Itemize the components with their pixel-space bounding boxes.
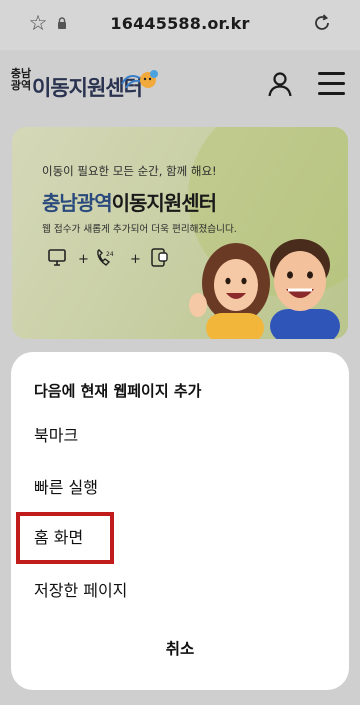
monitor-icon xyxy=(48,249,66,266)
highlight-box xyxy=(16,512,114,564)
url-text[interactable]: 16445588.or.kr xyxy=(0,14,360,33)
logo-region-label[interactable]: 충남 광역 xyxy=(10,68,32,92)
logo-region-line-2: 광역 xyxy=(10,79,32,92)
sheet-title: 다음에 현재 웹페이지 추가 xyxy=(34,382,202,400)
plus-sign-1: + xyxy=(78,252,89,267)
logo-mark-icon xyxy=(121,70,158,89)
add-page-sheet: 다음에 현재 웹페이지 추가 북마크 빠른 실행 홈 화면 저장한 페이지 취소 xyxy=(11,352,349,690)
banner-illustration xyxy=(189,239,340,339)
browser-address-bar: ☆ 16445588.or.kr xyxy=(0,0,360,50)
sheet-item-bookmark[interactable]: 북마크 xyxy=(34,421,324,451)
mobile-app-icon xyxy=(151,248,168,267)
sheet-item-saved-pages[interactable]: 저장한 페이지 xyxy=(34,576,324,606)
banner-title-center: 이동지원센터 xyxy=(111,191,217,215)
phone-24-icon: 24 xyxy=(97,249,114,266)
banner-icon-row: + 24 + xyxy=(48,248,168,267)
banner-title-region: 충남광역 xyxy=(42,191,113,215)
reload-icon[interactable] xyxy=(311,12,333,34)
banner-tagline: 이동이 필요한 모든 순간, 함께 해요! xyxy=(42,164,217,178)
cancel-button[interactable]: 취소 xyxy=(11,637,349,659)
promo-banner[interactable]: 이동이 필요한 모든 순간, 함께 해요! 충남광역이동지원센터 웹 접수가 새… xyxy=(12,127,348,339)
hamburger-menu-icon[interactable] xyxy=(318,72,345,96)
banner-title: 충남광역이동지원센터 xyxy=(42,187,217,216)
sheet-item-quick-launch[interactable]: 빠른 실행 xyxy=(34,473,324,503)
site-header: 충남 광역 이동지원센터 xyxy=(0,50,360,116)
plus-sign-2: + xyxy=(130,252,141,267)
svg-text:24: 24 xyxy=(106,251,114,258)
user-icon[interactable] xyxy=(266,70,294,98)
